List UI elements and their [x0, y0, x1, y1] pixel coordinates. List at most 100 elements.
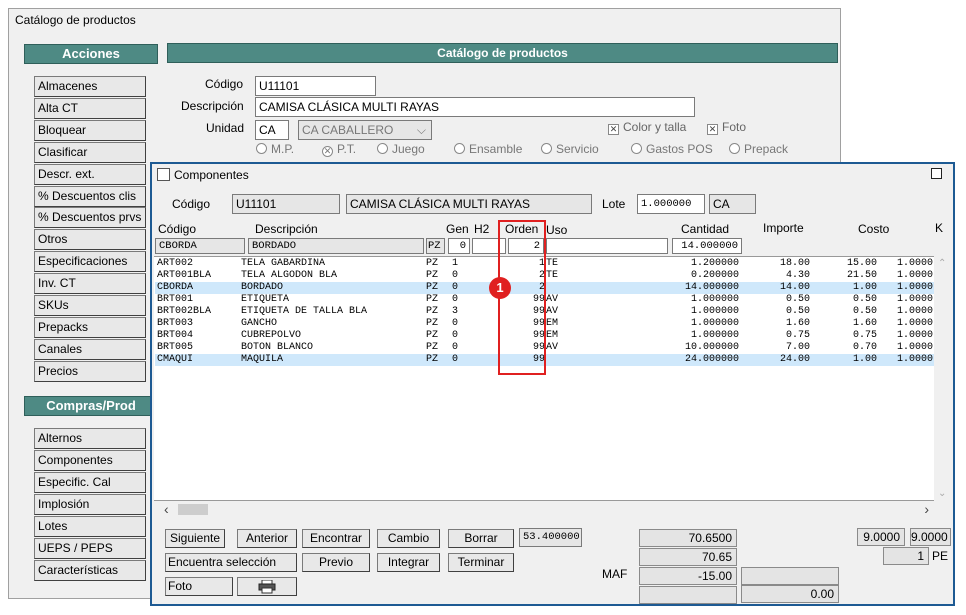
acciones-item-5[interactable]: % Descuentos clis — [34, 185, 146, 207]
cell-cantidad: 1.000000 — [690, 294, 739, 305]
cell-k: 1.0000 — [897, 282, 934, 293]
anterior-button[interactable]: Anterior — [237, 529, 297, 548]
lote-unit-field: CA — [709, 194, 756, 214]
foto-checkbox[interactable]: ✕ Foto — [707, 120, 746, 135]
acciones-item-9[interactable]: Inv. CT — [34, 273, 146, 295]
radio-3[interactable]: Ensamble — [454, 142, 522, 156]
edit-descripcion-field[interactable]: BORDADO — [248, 238, 424, 254]
col-costo: Costo — [858, 222, 890, 236]
scroll-right-icon[interactable]: › — [924, 501, 929, 517]
edit-uso-field[interactable] — [546, 238, 668, 254]
encontrar-button[interactable]: Encontrar — [302, 529, 370, 548]
acciones-item-7[interactable]: Otros — [34, 229, 146, 251]
terminar-button[interactable]: Terminar — [448, 553, 514, 572]
cell-u: PZ — [426, 318, 439, 329]
foto-label: Foto — [722, 120, 747, 134]
maximize-icon[interactable] — [931, 168, 942, 179]
edit-cantidad-field[interactable]: 14.000000 — [672, 238, 742, 254]
print-button[interactable] — [237, 577, 297, 596]
cell-costo: 1.60 — [852, 318, 877, 329]
borrar-button[interactable]: Borrar — [448, 529, 514, 548]
acciones-item-12[interactable]: Canales — [34, 338, 146, 360]
cell-uso: AV — [546, 294, 559, 305]
acciones-item-1[interactable]: Alta CT — [34, 97, 146, 119]
scroll-thumb[interactable] — [178, 504, 208, 515]
cell-codigo: BRT001 — [157, 294, 194, 305]
cell-importe: 4.30 — [785, 270, 810, 281]
pe-label: PE — [932, 549, 949, 563]
radio-4[interactable]: Servicio — [541, 142, 599, 156]
cell-importe: 0.50 — [785, 294, 810, 305]
horizontal-scrollbar[interactable]: ‹ › — [154, 501, 951, 518]
cell-k: 1.0000 — [897, 354, 934, 365]
codigo-label: Código — [205, 77, 244, 91]
edit-codigo-field[interactable]: CBORDA — [155, 238, 245, 254]
scroll-up-icon[interactable]: ⌃ — [938, 258, 946, 269]
vertical-scrollbar[interactable]: ⌃ ⌄ — [934, 256, 951, 501]
descripcion-field[interactable]: CAMISA CLÁSICA MULTI RAYAS — [255, 97, 695, 117]
unidad-select[interactable]: CA CABALLERO ⌵ — [298, 120, 432, 140]
right-2: 9.0000 — [910, 528, 951, 546]
compras-item-1[interactable]: Componentes — [34, 450, 146, 471]
right-3: 1 — [883, 547, 929, 565]
radio-icon — [377, 143, 388, 154]
cambio-button[interactable]: Cambio — [377, 529, 440, 548]
acciones-item-10[interactable]: SKUs — [34, 295, 146, 316]
encuentra-seleccion-button[interactable]: Encuentra selección — [165, 553, 297, 572]
col-h2: H2 — [474, 222, 490, 236]
compras-item-5[interactable]: UEPS / PEPS — [34, 538, 146, 559]
acciones-item-3[interactable]: Clasificar — [34, 141, 146, 163]
scroll-left-icon[interactable]: ‹ — [164, 501, 169, 517]
compras-item-3[interactable]: Implosión — [34, 494, 146, 515]
compras-item-4[interactable]: Lotes — [34, 516, 146, 537]
cell-codigo: ART002 — [157, 258, 194, 269]
compras-item-2[interactable]: Especific. Cal — [34, 472, 146, 493]
cell-k: 1.0000 — [897, 294, 934, 305]
col-k: K — [935, 221, 944, 235]
acciones-item-6[interactable]: % Descuentos prvs — [34, 207, 146, 229]
printer-icon — [258, 579, 276, 594]
acciones-item-2[interactable]: Bloquear — [34, 119, 146, 141]
radio-1[interactable]: ✕ P.T. — [322, 142, 356, 157]
color-talla-checkbox[interactable]: ✕ Color y talla — [608, 120, 686, 135]
codigo-field[interactable]: U11101 — [255, 76, 376, 96]
acciones-item-0[interactable]: Almacenes — [34, 76, 146, 97]
acciones-item-8[interactable]: Especificaciones — [34, 251, 146, 273]
cell-uso: TE — [546, 270, 559, 281]
radio-5[interactable]: Gastos POS — [631, 142, 713, 156]
acciones-item-13[interactable]: Precios — [34, 360, 146, 382]
cell-descripcion: BOTON BLANCO — [241, 342, 314, 353]
cell-codigo: CBORDA — [157, 282, 194, 293]
radio-2[interactable]: Juego — [377, 142, 425, 156]
acciones-item-11[interactable]: Prepacks — [34, 316, 146, 338]
cell-costo: 0.50 — [852, 306, 877, 317]
lote-label: Lote — [602, 197, 626, 211]
acciones-header: Acciones — [24, 44, 158, 64]
col-cantidad: Cantidad — [681, 222, 730, 236]
radio-label: Gastos POS — [646, 142, 713, 156]
lote-field[interactable]: 1.000000 — [637, 194, 705, 214]
edit-gen-field[interactable]: 0 — [448, 238, 470, 254]
compras-item-0[interactable]: Alternos — [34, 428, 146, 449]
main-window-title: Catálogo de productos — [15, 13, 136, 27]
cell-costo: 1.00 — [852, 354, 877, 365]
cell-cantidad: 24.000000 — [684, 354, 739, 365]
compras-item-6[interactable]: Características — [34, 560, 146, 581]
radio-0[interactable]: M.P. — [256, 142, 294, 156]
cell-codigo: BRT005 — [157, 342, 194, 353]
previo-button[interactable]: Previo — [302, 553, 370, 572]
radio-6[interactable]: Prepack — [729, 142, 788, 156]
foto-button[interactable]: Foto — [165, 577, 233, 596]
siguiente-button[interactable]: Siguiente — [165, 529, 225, 548]
cell-gen: 0 — [452, 354, 459, 365]
scroll-down-icon[interactable]: ⌄ — [938, 488, 946, 499]
integrar-button[interactable]: Integrar — [377, 553, 440, 572]
cell-importe: 14.00 — [779, 282, 810, 293]
cell-k: 1.0000 — [897, 342, 934, 353]
radio-label: Juego — [392, 142, 425, 156]
edit-unidad-field[interactable]: PZ — [426, 238, 445, 254]
unidad-field[interactable]: CA — [255, 120, 289, 140]
cell-cantidad: 10.000000 — [684, 342, 739, 353]
acciones-item-4[interactable]: Descr. ext. — [34, 163, 146, 185]
radio-icon — [256, 143, 267, 154]
